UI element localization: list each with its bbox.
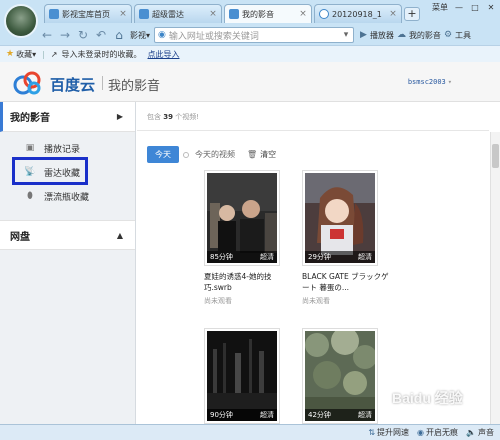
- eye-icon: ◉: [417, 428, 425, 437]
- refresh-icon[interactable]: ↻: [76, 28, 90, 42]
- status-bar: ⇅ 提升网速 ◉ 开启无痕 🔈 声音: [0, 424, 500, 440]
- bottle-icon: ⬮: [27, 191, 33, 201]
- favorites-menu[interactable]: 收藏: [16, 49, 32, 60]
- star-icon: ★: [6, 49, 15, 59]
- page-title: 我的影音: [108, 79, 161, 94]
- watch-status: 尚未观看: [204, 297, 232, 305]
- baidu-cloud-logo-icon: [13, 71, 41, 95]
- home-icon[interactable]: ⌂: [112, 28, 126, 42]
- video-meta-overlay: 85分钟 超清: [207, 251, 277, 263]
- scrollbar-thumb[interactable]: [492, 144, 499, 168]
- close-button[interactable]: ✕: [486, 3, 496, 12]
- new-tab-button[interactable]: +: [404, 7, 420, 21]
- play-record-icon: ▣: [25, 143, 35, 153]
- minimize-button[interactable]: —: [454, 3, 464, 12]
- back-icon[interactable]: ←: [40, 28, 54, 42]
- clock-icon: [319, 9, 329, 19]
- highlight-box: [12, 157, 88, 185]
- filter-bar: 今天 今天的视频 🗑 清空: [147, 146, 276, 163]
- video-meta-overlay: 29分钟 超清: [305, 251, 375, 263]
- user-menu[interactable]: bsmsc2003 ▾: [408, 78, 452, 86]
- vertical-scrollbar[interactable]: [490, 132, 500, 424]
- incognito-button[interactable]: ◉ 开启无痕: [417, 427, 458, 438]
- favorites-bar: ★ 收藏 ▾ | ↗ 导入未登录时的收藏。 点此导入: [0, 45, 500, 62]
- browser-chrome: 影视宝库首页 × 超级雷达 × 我的影音 × 20120918_1 × + 菜单…: [0, 0, 500, 62]
- tab-video-library[interactable]: 影视宝库首页 ×: [44, 4, 132, 23]
- tab-super-radar[interactable]: 超级雷达 ×: [134, 4, 222, 23]
- tab-close-icon[interactable]: ×: [209, 9, 217, 19]
- sidebar-item-bottle-favorites[interactable]: ⬮ 漂流瓶收藏: [0, 184, 135, 208]
- sidebar-section-my-video[interactable]: 我的影音 ▶: [0, 102, 135, 132]
- video-card[interactable]: 85分钟 超清 夏娃的诱惑4-她的技巧.swrb 尚未观看: [204, 170, 280, 306]
- globe-icon: ◉: [158, 30, 166, 40]
- film-icon: [49, 9, 59, 19]
- menu-button[interactable]: 菜单: [432, 2, 448, 13]
- player-icon: ▶: [360, 30, 367, 40]
- sidebar-item-radar-favorites[interactable]: 📡 雷达收藏: [0, 157, 135, 185]
- video-thumbnail[interactable]: 29分钟 超清: [305, 173, 375, 263]
- video-thumbnail[interactable]: 42分钟 超清: [305, 331, 375, 421]
- video-title[interactable]: BLACK GATE ブラックゲート 暮蛋の...: [302, 271, 392, 293]
- import-note: 导入未登录时的收藏。: [61, 49, 142, 59]
- tab-close-icon[interactable]: ×: [389, 9, 397, 19]
- brand-name: 百度云: [50, 76, 96, 94]
- tab-bar: 影视宝库首页 × 超级雷达 × 我的影音 × 20120918_1 × +: [44, 4, 420, 23]
- video-icon: [229, 9, 239, 19]
- app-header: 百度云 我的影音 bsmsc2003 ▾: [0, 62, 500, 102]
- tab-my-video[interactable]: 我的影音 ×: [224, 4, 312, 23]
- video-count: 39: [163, 113, 173, 121]
- address-bar[interactable]: ◉ 输入网址或搜索关键词 ▾: [154, 27, 355, 43]
- timeline-dot: [183, 151, 189, 158]
- forward-icon[interactable]: →: [58, 28, 72, 42]
- video-card[interactable]: 42分钟 超清: [302, 328, 378, 424]
- baidu-jingyan-watermark: Baidu 经验: [392, 390, 463, 406]
- maximize-button[interactable]: □: [470, 3, 480, 12]
- tab-close-icon[interactable]: ×: [119, 9, 127, 19]
- window-controls: 菜单 — □ ✕: [432, 2, 496, 13]
- main-content: 包含 39 个视频! 今天 今天的视频 🗑 清空 85分钟 超清 夏娃的诱惑4-…: [137, 102, 500, 424]
- import-icon: ↗: [50, 49, 58, 59]
- my-video-button[interactable]: 我的影音: [409, 30, 441, 41]
- speed-icon: ⇅: [368, 428, 376, 437]
- tools-button[interactable]: 工具: [455, 30, 471, 41]
- trash-icon: 🗑: [247, 150, 258, 159]
- video-count-info: 包含 39 个视频!: [147, 113, 200, 121]
- video-meta-overlay: 90分钟 超清: [207, 409, 277, 421]
- clear-button[interactable]: 🗑 清空: [247, 149, 276, 160]
- chevron-down-icon: ▾: [32, 49, 37, 59]
- video-menu[interactable]: 影视 ▾: [130, 30, 150, 41]
- sidebar-section-netdisk[interactable]: 网盘 ▲: [0, 220, 135, 250]
- video-title[interactable]: 夏娃的诱惑4-她的技巧.swrb: [204, 271, 294, 293]
- speed-boost-button[interactable]: ⇅ 提升网速: [368, 427, 409, 438]
- tools-icon: ⚙: [443, 30, 453, 40]
- chevron-up-icon: ▲: [116, 230, 123, 240]
- dropdown-icon[interactable]: ▾: [339, 30, 353, 40]
- today-filter-button[interactable]: 今天: [147, 146, 179, 163]
- player-button[interactable]: 播放器: [370, 30, 394, 41]
- tab-close-icon[interactable]: ×: [299, 9, 307, 19]
- chevron-down-icon: ▾: [146, 30, 151, 40]
- radar-icon: [139, 9, 149, 19]
- today-videos-label: 今天的视频: [195, 150, 235, 159]
- video-card[interactable]: 29分钟 超清 BLACK GATE ブラックゲート 暮蛋の... 尚未观看: [302, 170, 389, 306]
- navigation-bar: ← → ↻ ↶ ⌂ 影视 ▾ ◉ 输入网址或搜索关键词 ▾ ▶ 播放器 ☁ 我的…: [40, 25, 500, 45]
- chevron-down-icon: ▾: [447, 78, 452, 86]
- undo-icon[interactable]: ↶: [94, 28, 108, 42]
- video-card[interactable]: 90分钟 超清: [204, 328, 280, 424]
- tab-recording[interactable]: 20120918_1 ×: [314, 4, 402, 23]
- video-thumbnail[interactable]: 90分钟 超清: [207, 331, 277, 421]
- chevron-right-icon: ▶: [116, 112, 123, 121]
- video-thumbnail[interactable]: 85分钟 超清: [207, 173, 277, 263]
- user-avatar[interactable]: [4, 4, 38, 38]
- cloud-icon: ☁: [396, 30, 406, 40]
- import-link[interactable]: 点此导入: [148, 49, 180, 60]
- right-toolbar: ▶ 播放器 ☁ 我的影音 ⚙ 工具: [360, 30, 471, 41]
- sound-button[interactable]: 🔈 声音: [466, 427, 494, 438]
- speaker-icon: 🔈: [466, 428, 476, 437]
- watch-status: 尚未观看: [302, 297, 330, 305]
- sidebar: 我的影音 ▶ ▣ 播放记录 📡 雷达收藏 ⬮ 漂流瓶收藏 网盘 ▲: [0, 102, 136, 424]
- video-meta-overlay: 42分钟 超清: [305, 409, 375, 421]
